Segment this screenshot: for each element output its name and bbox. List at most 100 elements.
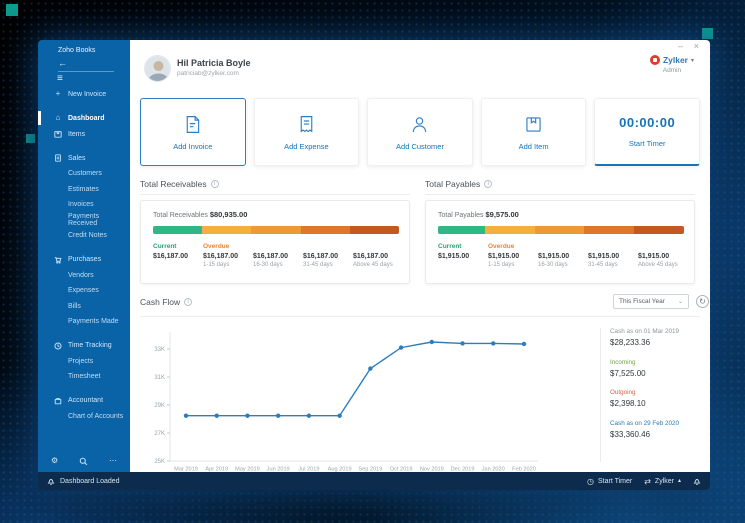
timer-card[interactable]: 00:00:00 Start Timer xyxy=(594,98,700,166)
sidebar-footer: ⚙ ⋯ xyxy=(38,456,130,466)
add-customer-card[interactable]: Add Customer xyxy=(367,98,473,166)
svg-text:Mar 2019: Mar 2019 xyxy=(174,467,198,473)
accountant-icon xyxy=(54,397,62,404)
refresh-icon[interactable]: ↻ xyxy=(696,295,709,308)
box-icon xyxy=(54,131,62,138)
svg-text:Jan 2020: Jan 2020 xyxy=(482,467,505,473)
sidebar-item-payments-received[interactable]: Payments Received xyxy=(38,213,130,229)
divider xyxy=(600,328,601,462)
switch-org-icon: ⇄ xyxy=(644,476,651,486)
sidebar-item-payments-made[interactable]: Payments Made xyxy=(38,314,130,330)
sidebar-nav: + New Invoice ⌂ Dashboard Items Sales Cu… xyxy=(38,86,130,424)
cash-closing-entry[interactable]: Cash as on 29 Feb 2020 $33,360.46 xyxy=(610,420,704,439)
sidebar-item-dashboard[interactable]: ⌂ Dashboard xyxy=(38,110,130,126)
org-role: Admin xyxy=(662,67,682,74)
bell-icon[interactable] xyxy=(693,477,701,486)
main-content: – × Hil Patricia Boyle patriciab@zylker.… xyxy=(130,40,710,472)
svg-text:27K: 27K xyxy=(154,431,165,437)
add-expense-card[interactable]: Add Expense xyxy=(253,98,360,166)
plus-icon: + xyxy=(55,89,61,98)
timer-display: 00:00:00 xyxy=(619,115,676,130)
gear-icon[interactable]: ⚙ xyxy=(51,456,58,466)
add-item-card[interactable]: Add Item xyxy=(480,98,587,166)
status-message: Dashboard Loaded xyxy=(60,477,120,485)
start-timer-button[interactable]: Start Timer xyxy=(629,139,666,148)
app-brand: Zoho Books xyxy=(58,47,96,54)
svg-text:25K: 25K xyxy=(154,459,165,465)
receivables-card: Total Receivables $80,935.00 Current $16… xyxy=(140,200,410,284)
user-email: patriciab@zylker.com xyxy=(177,70,239,77)
sidebar-item-items[interactable]: Items xyxy=(38,126,130,142)
aging-column: Overdue $16,187.00 1-15 days xyxy=(203,243,239,268)
svg-text:Feb 2020: Feb 2020 xyxy=(512,467,536,473)
close-icon[interactable]: × xyxy=(694,41,699,51)
statusbar-start-timer[interactable]: ◷ Start Timer xyxy=(587,477,632,486)
svg-text:29K: 29K xyxy=(154,403,165,409)
org-logo-icon xyxy=(649,55,660,65)
document-icon xyxy=(55,154,61,162)
receivables-total-amount: $80,935.00 xyxy=(209,210,248,219)
more-icon[interactable]: ⋯ xyxy=(109,456,117,466)
info-icon[interactable]: i xyxy=(184,298,193,306)
cash-opening-entry: Cash as on 01 Mar 2019 $28,233.36 xyxy=(610,328,679,347)
org-name: Zylker xyxy=(662,55,688,65)
add-invoice-card[interactable]: Add Invoice xyxy=(140,98,246,166)
info-icon[interactable]: i xyxy=(210,180,219,188)
sidebar-item-customers[interactable]: Customers xyxy=(38,166,130,182)
user-name: Hil Patricia Boyle xyxy=(177,58,251,68)
sidebar-item-estimates[interactable]: Estimates xyxy=(38,182,130,198)
divider xyxy=(425,194,695,195)
sidebar-item-vendors[interactable]: Vendors xyxy=(38,268,130,284)
minimize-icon[interactable]: – xyxy=(678,41,683,51)
sidebar-item-new-invoice[interactable]: + New Invoice xyxy=(38,86,130,102)
sidebar: Zoho Books ← ≡ + New Invoice ⌂ Dashboard xyxy=(38,40,130,472)
sidebar-item-chart-of-accounts[interactable]: Chart of Accounts xyxy=(38,409,130,425)
invoice-icon xyxy=(186,115,200,133)
divider xyxy=(140,194,410,195)
sidebar-section-purchases[interactable]: Purchases xyxy=(38,252,130,268)
item-box-icon xyxy=(526,116,541,132)
aging-column: $16,187.00 31-45 days xyxy=(303,253,339,268)
sidebar-item-projects[interactable]: Projects xyxy=(38,354,130,370)
hamburger-menu-icon[interactable]: ≡ xyxy=(57,74,63,84)
info-icon[interactable]: i xyxy=(484,180,493,188)
svg-text:Jul 2019: Jul 2019 xyxy=(298,467,319,473)
sidebar-section-accountant[interactable]: Accountant xyxy=(38,393,130,409)
svg-text:Jun 2019: Jun 2019 xyxy=(267,467,290,473)
deco-square xyxy=(702,28,713,39)
clock-icon xyxy=(54,341,62,350)
receivables-heading: Total Receivables i xyxy=(140,179,219,189)
cart-icon xyxy=(54,256,62,264)
deco-square xyxy=(26,134,35,143)
deco-square xyxy=(6,4,18,16)
cash-incoming-entry: Incoming $7,525.00 xyxy=(610,358,646,378)
chevron-down-icon: ⌄ xyxy=(677,299,683,305)
cash-outgoing-entry: Outgoing $2,398.10 xyxy=(610,389,646,408)
divider xyxy=(140,316,700,317)
sidebar-item-credit-notes[interactable]: Credit Notes xyxy=(38,228,130,244)
aging-column: Current $1,915.00 xyxy=(438,243,470,260)
sidebar-item-invoices[interactable]: Invoices xyxy=(38,197,130,213)
statusbar-org-switcher[interactable]: ⇄ Zylker ▴ xyxy=(644,477,681,486)
search-icon[interactable] xyxy=(79,457,88,466)
receivables-aging-bar xyxy=(153,226,399,234)
cashflow-summary-panel: Cash as on 01 Mar 2019 $28,233.36 Incomi… xyxy=(610,328,704,450)
aging-column: Current $16,187.00 xyxy=(153,243,189,260)
svg-text:Dec 2019: Dec 2019 xyxy=(451,467,475,473)
org-switcher[interactable]: Zylker ▾ Admin xyxy=(649,55,694,74)
sidebar-section-time-tracking[interactable]: Time Tracking xyxy=(38,338,130,354)
svg-text:Sep 2019: Sep 2019 xyxy=(358,467,382,473)
person-icon xyxy=(413,116,427,132)
svg-text:31K: 31K xyxy=(154,375,165,381)
payables-heading: Total Payables i xyxy=(425,179,493,189)
cashflow-chart: 25K 27K 29K 31K 33K Mar 2019 Apr 2019 May 2019 J… xyxy=(154,332,538,473)
chevron-up-icon: ▴ xyxy=(677,477,681,484)
back-arrow-icon[interactable]: ← xyxy=(58,59,67,68)
sidebar-item-expenses[interactable]: Expenses xyxy=(38,283,130,299)
sidebar-item-bills[interactable]: Bills xyxy=(38,299,130,315)
aging-column: $16,187.00 Above 45 days xyxy=(353,253,393,268)
sidebar-section-sales[interactable]: Sales xyxy=(38,150,130,166)
fiscal-year-dropdown[interactable]: This Fiscal Year ⌄ xyxy=(613,294,689,309)
sidebar-item-timesheet[interactable]: Timesheet xyxy=(38,369,130,385)
aging-column: $16,187.00 16-30 days xyxy=(253,253,289,268)
